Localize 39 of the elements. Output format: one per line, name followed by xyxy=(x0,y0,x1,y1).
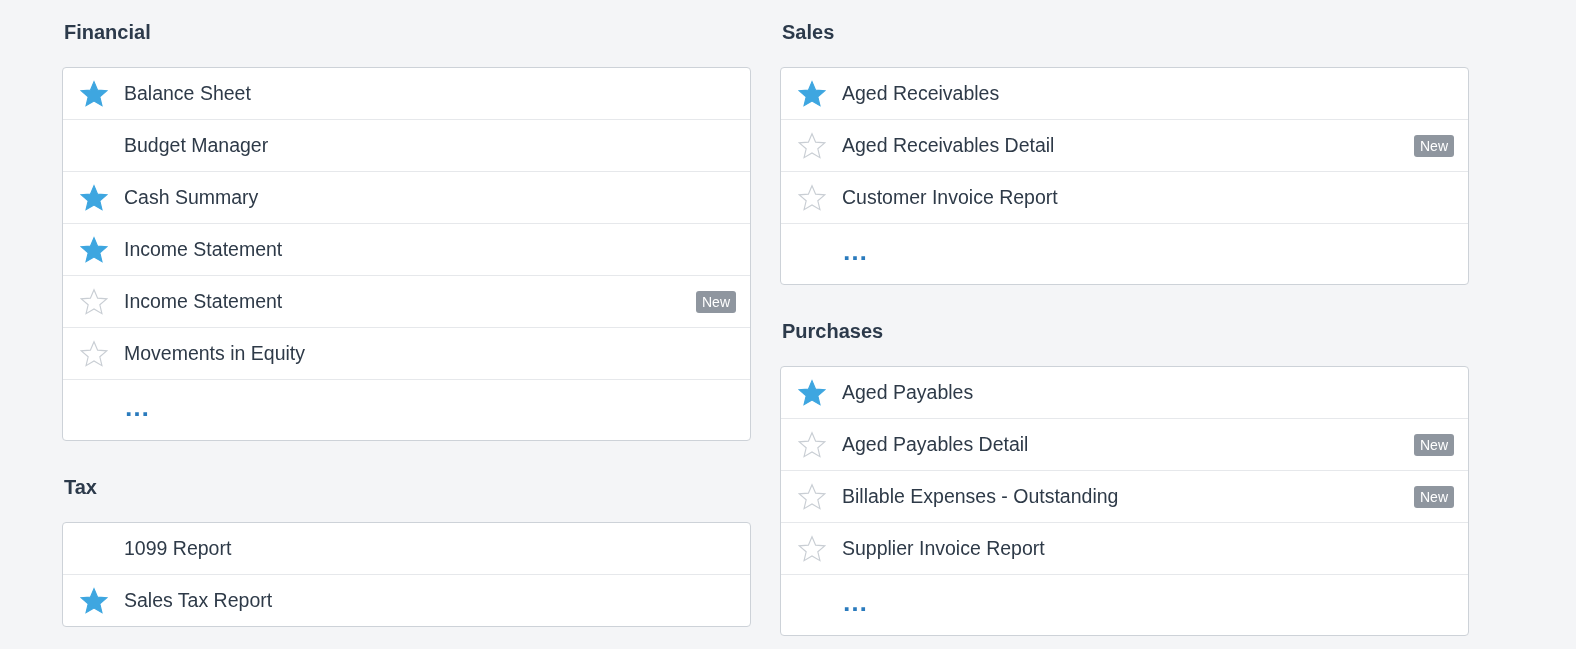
new-badge: New xyxy=(1414,485,1454,508)
report-link[interactable]: Aged Payables Detail xyxy=(842,433,1414,456)
star-icon[interactable] xyxy=(797,534,826,563)
more-link[interactable]: … xyxy=(842,241,870,267)
star-icon[interactable] xyxy=(797,430,826,459)
section-heading: Sales xyxy=(782,20,836,44)
more-link[interactable]: … xyxy=(842,592,870,618)
report-link[interactable]: Aged Payables xyxy=(842,381,1454,404)
star-icon[interactable] xyxy=(79,287,108,316)
report-link[interactable]: Aged Receivables Detail xyxy=(842,134,1414,157)
report-link[interactable]: Billable Expenses - Outstanding xyxy=(842,485,1414,508)
star-icon[interactable] xyxy=(797,482,826,511)
star-icon[interactable] xyxy=(797,378,826,407)
section-heading: Financial xyxy=(64,20,152,44)
section-heading: Purchases xyxy=(782,319,885,343)
star-icon[interactable] xyxy=(797,183,826,212)
star-icon[interactable] xyxy=(79,586,108,615)
star-icon[interactable] xyxy=(79,79,108,108)
new-badge: New xyxy=(1414,134,1454,157)
report-link[interactable]: Cash Summary xyxy=(124,186,736,209)
report-link[interactable]: Movements in Equity xyxy=(124,342,736,365)
report-link[interactable]: Income Statement xyxy=(124,238,736,261)
star-icon[interactable] xyxy=(797,79,826,108)
star-icon[interactable] xyxy=(79,183,108,212)
new-badge: New xyxy=(696,290,736,313)
report-link[interactable]: Sales Tax Report xyxy=(124,589,736,612)
report-link[interactable]: Budget Manager xyxy=(124,134,736,157)
section-heading: Tax xyxy=(64,475,98,499)
star-icon[interactable] xyxy=(797,131,826,160)
report-link[interactable]: Customer Invoice Report xyxy=(842,186,1454,209)
report-link[interactable]: Aged Receivables xyxy=(842,82,1454,105)
star-icon[interactable] xyxy=(79,235,108,264)
more-link[interactable]: … xyxy=(124,397,152,423)
star-icon[interactable] xyxy=(79,339,108,368)
report-link[interactable]: Supplier Invoice Report xyxy=(842,537,1454,560)
report-link[interactable]: 1099 Report xyxy=(124,537,736,560)
report-link[interactable]: Income Statement xyxy=(124,290,696,313)
report-link[interactable]: Balance Sheet xyxy=(124,82,736,105)
new-badge: New xyxy=(1414,433,1454,456)
